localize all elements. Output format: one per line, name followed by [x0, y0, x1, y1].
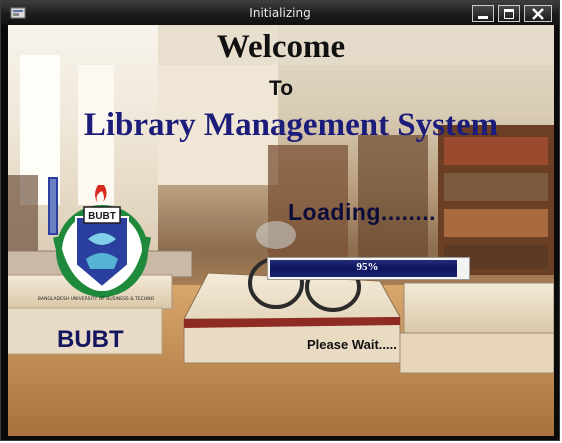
please-wait-label: Please Wait..... [307, 337, 397, 352]
to-heading: To [268, 77, 294, 100]
system-title: Library Management System [83, 107, 499, 143]
close-icon [532, 8, 544, 20]
progress-percent-label: 95% [356, 261, 379, 273]
loading-progress-bar: 95% [267, 257, 470, 280]
loading-label: Loading........ [288, 199, 437, 225]
org-short-name: BUBT [57, 326, 124, 353]
welcome-heading: Welcome [216, 29, 346, 65]
splash-content: Welcome To Library Management System BUB… [8, 25, 554, 436]
close-button[interactable] [524, 5, 552, 22]
bubt-logo: BUBT BANGLADESH UNIVERSITY OF BUSINESS &… [38, 177, 154, 302]
maximize-button[interactable] [498, 5, 520, 22]
svg-text:BANGLADESH UNIVERSITY OF BUSIN: BANGLADESH UNIVERSITY OF BUSINESS & TECH… [38, 296, 154, 302]
svg-text:BUBT: BUBT [88, 211, 116, 222]
minimize-button[interactable] [472, 5, 494, 22]
title-bar[interactable]: Initializing [1, 1, 559, 25]
splash-window: Initializing Welcome To Library Manageme… [0, 0, 560, 441]
